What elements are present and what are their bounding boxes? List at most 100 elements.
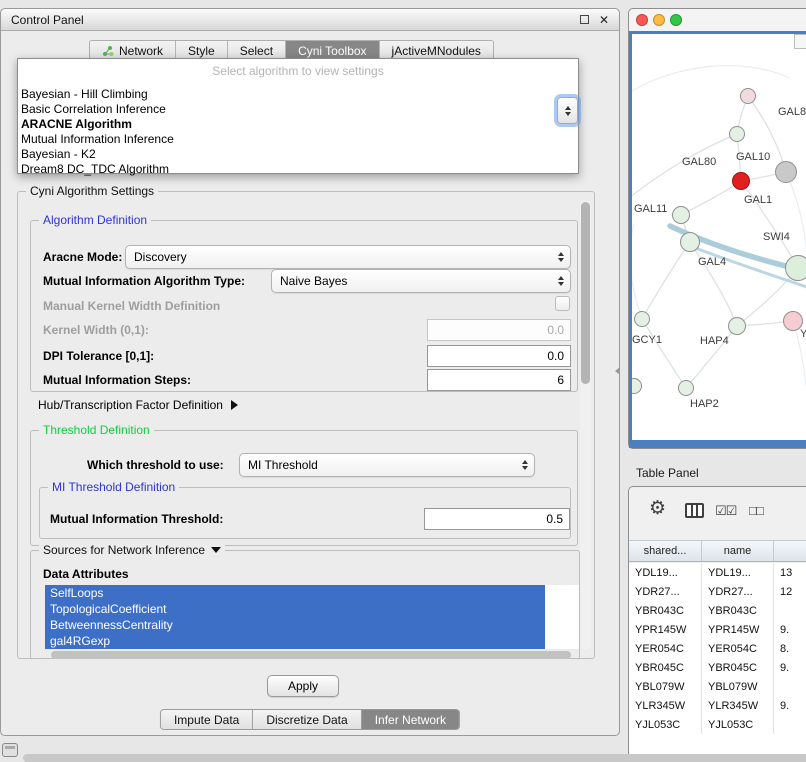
zoom-traffic-light[interactable] bbox=[670, 14, 682, 26]
mi-steps-field[interactable]: 6 bbox=[427, 369, 571, 391]
node-label: Y bbox=[800, 328, 806, 340]
canvas-scroll-button[interactable] bbox=[794, 34, 806, 49]
network-node[interactable] bbox=[740, 88, 756, 104]
table-cell: YBR043C bbox=[629, 601, 702, 620]
data-attributes-list[interactable]: SelfLoopsTopologicalCoefficientBetweenne… bbox=[45, 585, 579, 649]
table-cell: YPR145W bbox=[702, 620, 774, 639]
algorithm-option-bayesian-hill-climbing[interactable]: Bayesian - Hill Climbing bbox=[18, 87, 578, 102]
attribute-item[interactable]: BetweennessCentrality bbox=[45, 617, 545, 633]
table-cell: YPR145W bbox=[629, 620, 702, 639]
algorithm-option-mutual-information-inference[interactable]: Mutual Information Inference bbox=[18, 132, 578, 147]
table-panel-title: Table Panel bbox=[636, 466, 699, 480]
columns-icon[interactable] bbox=[685, 503, 704, 518]
control-panel-titlebar[interactable]: Control Panel ✕ bbox=[1, 9, 619, 31]
sources-title-label: Sources for Network Inference bbox=[43, 543, 205, 557]
column-header-shared-name[interactable]: shared... bbox=[629, 541, 702, 561]
network-node[interactable] bbox=[785, 255, 806, 281]
dpi-tolerance-field[interactable]: 0.0 bbox=[427, 345, 571, 367]
column-header-extra[interactable] bbox=[774, 541, 806, 561]
settings-scrollbar[interactable] bbox=[580, 200, 591, 650]
close-icon[interactable]: ✕ bbox=[599, 14, 609, 26]
which-threshold-select[interactable]: MI Threshold bbox=[239, 453, 535, 477]
minimize-traffic-light[interactable] bbox=[653, 14, 665, 26]
threshold-definition-group: Threshold Definition Which threshold to … bbox=[30, 430, 578, 546]
algorithm-option-bayesian-k2[interactable]: Bayesian - K2 bbox=[18, 147, 578, 162]
column-header-name[interactable]: name bbox=[702, 541, 774, 561]
table-cell: YER054C bbox=[702, 639, 774, 658]
mi-type-value: Naive Bayes bbox=[280, 274, 347, 288]
table-row[interactable]: YER054CYER054C8. bbox=[629, 639, 806, 658]
network-icon bbox=[102, 45, 114, 57]
table-row[interactable]: YDL19...YDL19...13 bbox=[629, 563, 806, 582]
combo-arrows-icon bbox=[522, 460, 528, 470]
panel-resize-handle[interactable] bbox=[615, 367, 620, 375]
network-node[interactable] bbox=[775, 161, 797, 183]
mi-threshold-field[interactable]: 0.5 bbox=[424, 508, 570, 530]
table-row[interactable]: YBR043CYBR043C bbox=[629, 601, 806, 620]
network-node[interactable] bbox=[672, 206, 690, 224]
control-panel-window: Control Panel ✕ NetworkStyleSelectCyni T… bbox=[0, 8, 620, 736]
combo-arrows-icon bbox=[558, 252, 564, 262]
table-body: YDL19...YDL19...13YDR27...YDR27...12YBR0… bbox=[629, 563, 806, 761]
kernel-width-label: Kernel Width (0,1): bbox=[43, 323, 149, 337]
sources-title[interactable]: Sources for Network Inference bbox=[39, 543, 225, 557]
algorithm-definition-title: Algorithm Definition bbox=[39, 213, 151, 227]
kernel-width-field[interactable]: 0.0 bbox=[427, 319, 571, 341]
network-titlebar[interactable] bbox=[629, 9, 806, 31]
attribute-item[interactable]: SelfLoops bbox=[45, 585, 545, 601]
algorithm-option-basic-correlation-inference[interactable]: Basic Correlation Inference bbox=[18, 102, 578, 117]
network-node[interactable] bbox=[678, 380, 694, 396]
mi-type-select[interactable]: Naive Bayes bbox=[271, 269, 571, 293]
attribute-item[interactable]: TopologicalCoefficient bbox=[45, 601, 545, 617]
network-canvas[interactable]: GAL8GAL80GAL10GAL1GAL11SWI4GAL4GCY1HAP4Y… bbox=[632, 34, 806, 440]
table-cell bbox=[774, 601, 806, 620]
scrollbar-thumb[interactable] bbox=[581, 202, 590, 384]
sources-group: Sources for Network Inference Data Attri… bbox=[30, 550, 580, 660]
network-node[interactable] bbox=[732, 172, 750, 190]
tab-discretize-data[interactable]: Discretize Data bbox=[253, 710, 361, 729]
network-node[interactable] bbox=[680, 232, 700, 252]
apply-button[interactable]: Apply bbox=[267, 675, 339, 697]
settings-group-title: Cyni Algorithm Settings bbox=[26, 184, 158, 198]
tab-label: jActiveMNodules bbox=[392, 44, 481, 58]
screen: Control Panel ✕ NetworkStyleSelectCyni T… bbox=[0, 0, 806, 762]
table-row[interactable]: YPR145WYPR145W9. bbox=[629, 620, 806, 639]
aracne-mode-select[interactable]: Discovery bbox=[125, 245, 571, 269]
table-cell: 13 bbox=[774, 563, 806, 582]
select-all-checkboxes-icon[interactable]: ☑☑ bbox=[715, 503, 736, 519]
table-row[interactable]: YBL079WYBL079W bbox=[629, 677, 806, 696]
algorithm-option-aracne-algorithm[interactable]: ARACNE Algorithm bbox=[18, 117, 578, 132]
network-node[interactable] bbox=[634, 311, 650, 327]
hub-section-toggle[interactable]: Hub/Transcription Factor Definition bbox=[38, 398, 238, 412]
manual-kernel-checkbox[interactable] bbox=[555, 296, 570, 311]
mi-threshold-title: MI Threshold Definition bbox=[48, 480, 179, 494]
network-view-window: GAL8GAL80GAL10GAL1GAL11SWI4GAL4GCY1HAP4Y… bbox=[628, 8, 806, 449]
table-row[interactable]: YLR345WYLR345W9. bbox=[629, 696, 806, 715]
mi-type-label: Mutual Information Algorithm Type: bbox=[43, 274, 245, 288]
algorithm-combo-button[interactable] bbox=[557, 97, 578, 124]
network-node[interactable] bbox=[729, 126, 745, 142]
table-cell: YDR27... bbox=[629, 582, 702, 601]
bottom-scrollbar[interactable] bbox=[23, 754, 806, 762]
table-row[interactable]: YDR27...YDR27...12 bbox=[629, 582, 806, 601]
table-row[interactable]: YBR045CYBR045C9. bbox=[629, 658, 806, 677]
panel-dock-icon[interactable] bbox=[2, 743, 18, 757]
table-panel-window: ⚙ ☑☑ □□ shared... name YDL19...YDL19...1… bbox=[628, 486, 806, 762]
clear-checkboxes-icon[interactable]: □□ bbox=[749, 503, 763, 518]
float-window-icon[interactable] bbox=[580, 15, 589, 24]
gear-icon[interactable]: ⚙ bbox=[649, 499, 666, 518]
tab-impute-data[interactable]: Impute Data bbox=[161, 710, 253, 729]
table-cell: YJL053C bbox=[702, 715, 774, 734]
close-traffic-light[interactable] bbox=[636, 14, 648, 26]
attribute-item[interactable]: gal4RGexp bbox=[45, 633, 545, 649]
tab-infer-network[interactable]: Infer Network bbox=[362, 710, 459, 729]
node-label: GAL80 bbox=[682, 156, 716, 168]
dpi-tolerance-label: DPI Tolerance [0,1]: bbox=[43, 349, 154, 363]
algorithm-option-dream8-dc-tdc-algorithm[interactable]: Dream8 DC_TDC Algorithm bbox=[18, 162, 578, 177]
network-node[interactable] bbox=[728, 317, 746, 335]
table-cell: YBL079W bbox=[702, 677, 774, 696]
table-row[interactable]: YJL053CYJL053C bbox=[629, 715, 806, 734]
list-horizontal-scrollbar[interactable] bbox=[51, 651, 571, 659]
node-label: SWI4 bbox=[763, 231, 790, 243]
aracne-mode-label: Aracne Mode: bbox=[43, 250, 122, 264]
